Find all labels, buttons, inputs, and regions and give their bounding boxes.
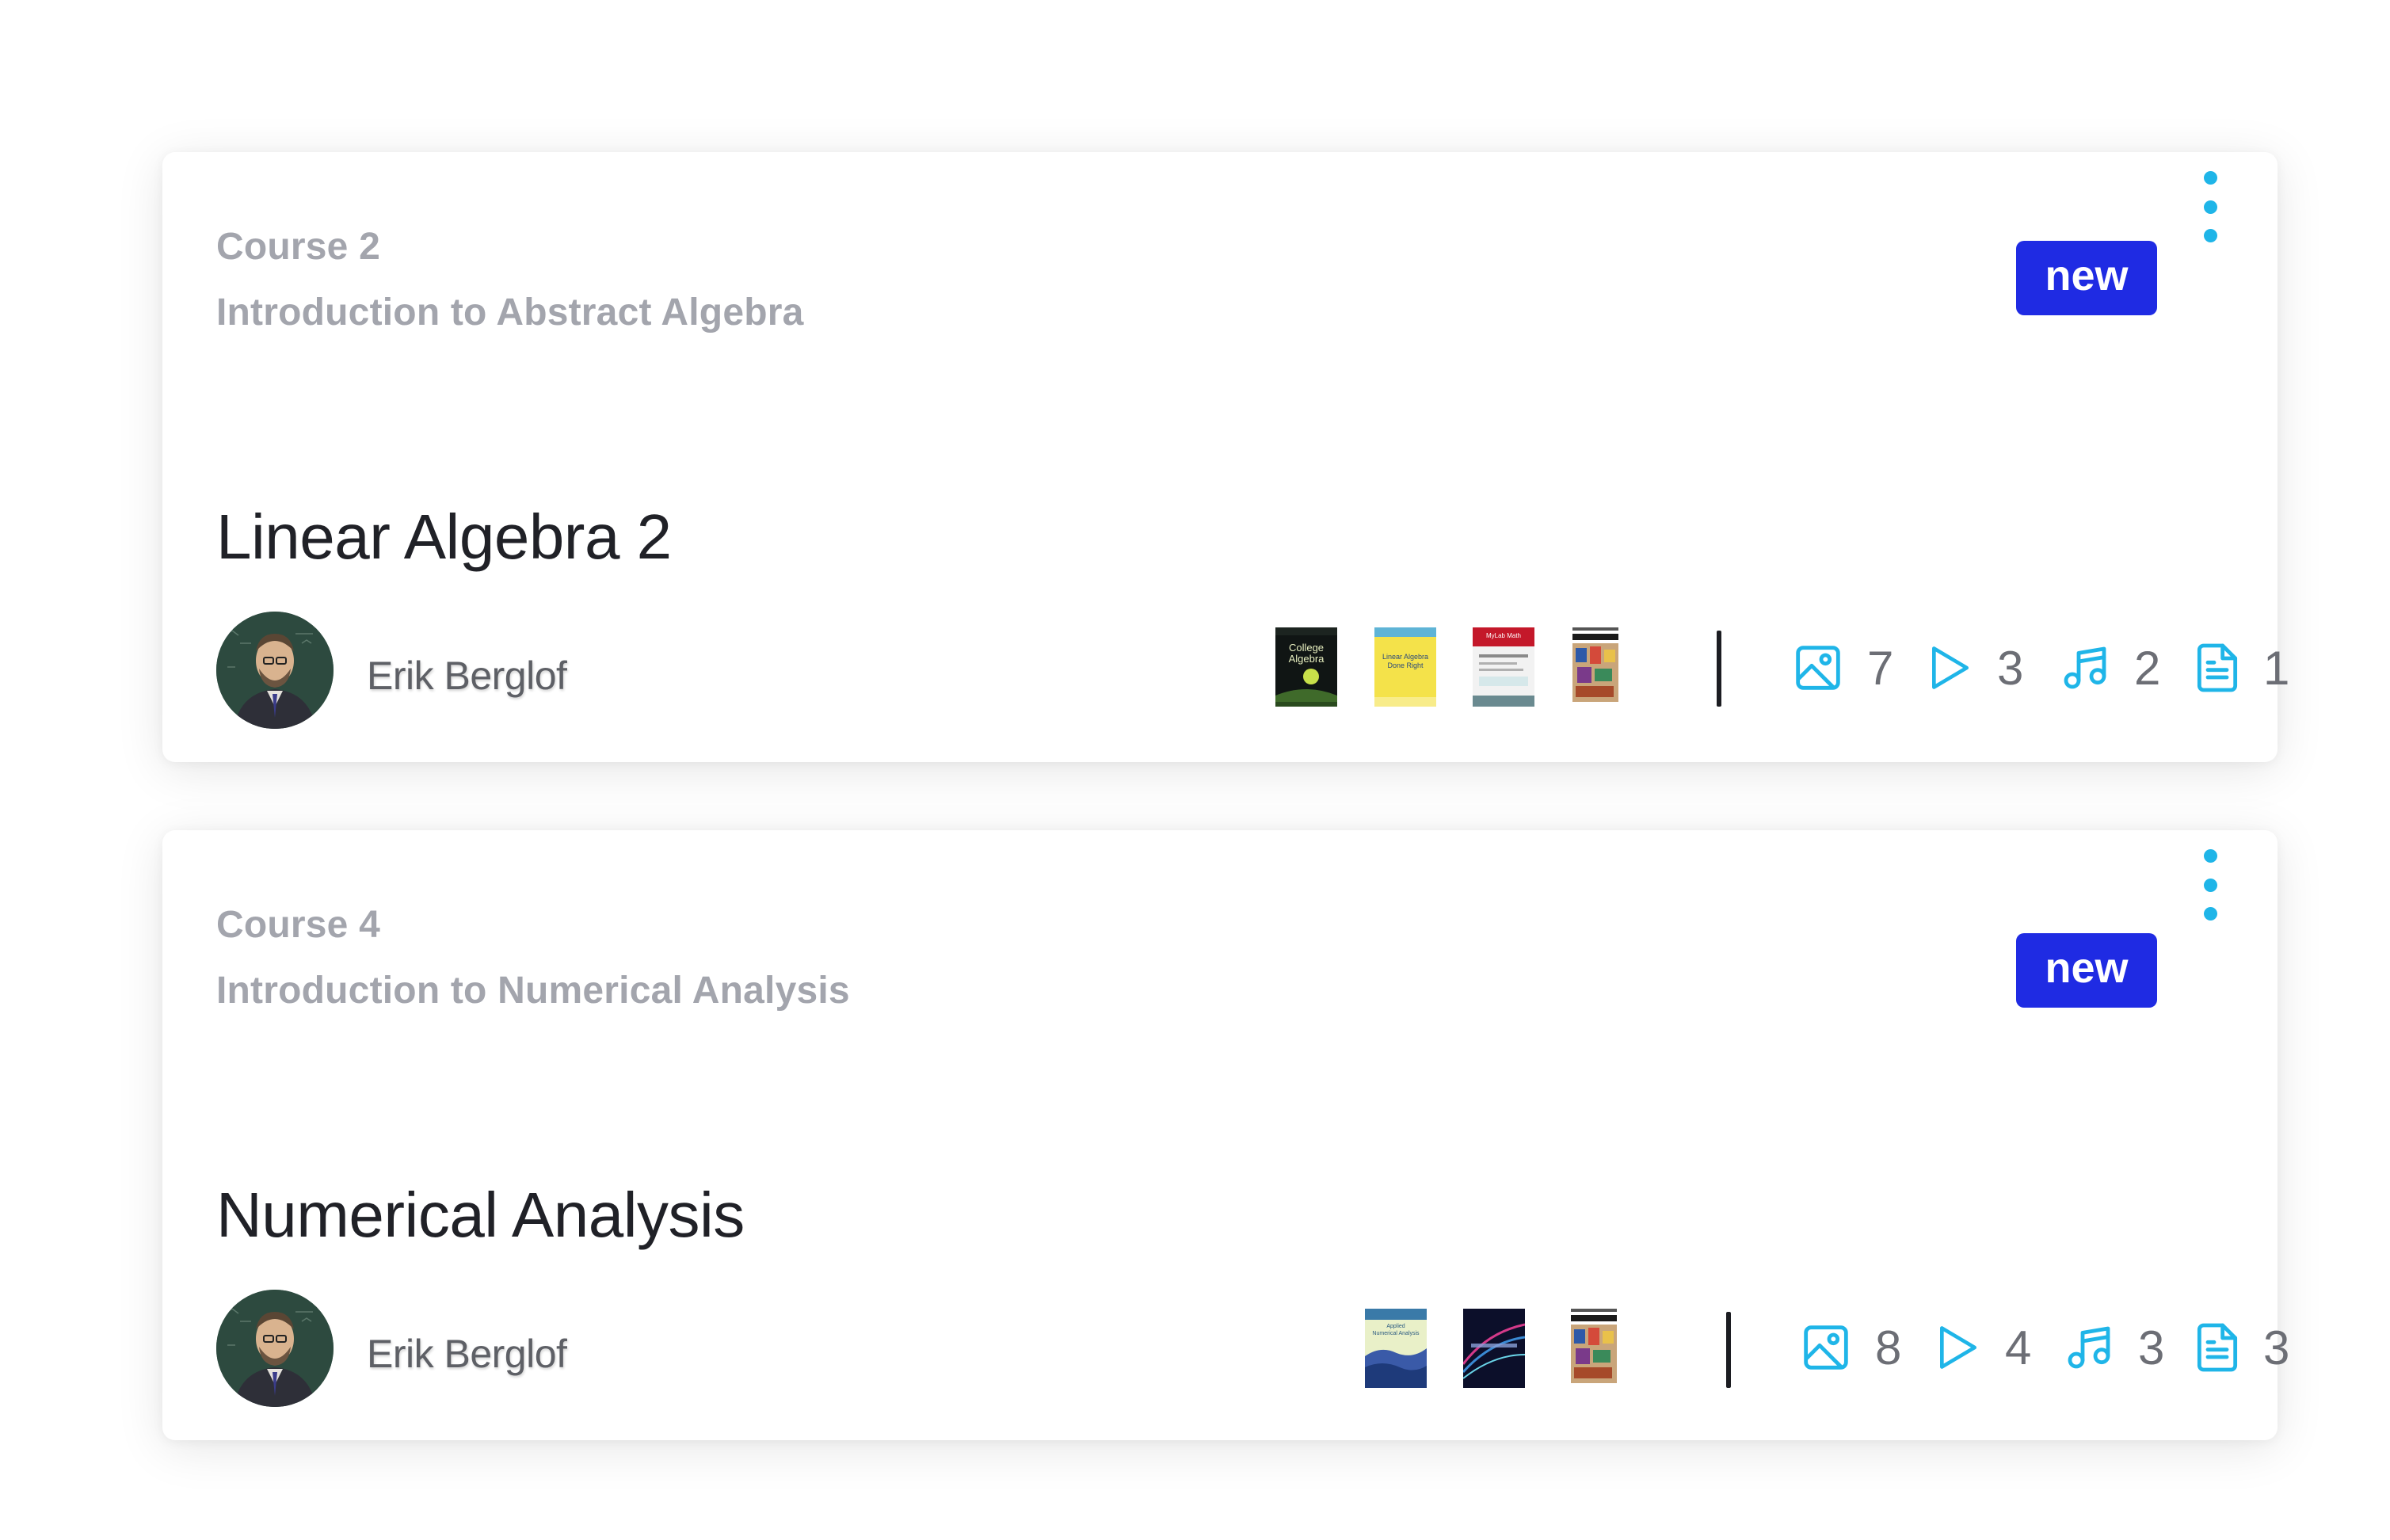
videos-count: 3	[1997, 641, 2024, 695]
documents-stat[interactable]: 1	[2195, 640, 2289, 696]
course-number: Course 4	[216, 904, 381, 946]
book-cover-applied-numerical-analysis[interactable]: Applied Numerical Analysis	[1365, 1309, 1427, 1388]
author-name[interactable]: Erik Berglof	[367, 1331, 567, 1377]
author-name[interactable]: Erik Berglof	[367, 653, 567, 699]
play-icon	[1932, 646, 1969, 689]
avatar[interactable]	[216, 1290, 334, 1407]
documents-stat[interactable]: 3	[2195, 1320, 2289, 1375]
images-count: 8	[1875, 1321, 1902, 1374]
videos-stat[interactable]: 3	[1927, 640, 2023, 696]
svg-text:College: College	[1289, 642, 1324, 654]
divider	[1717, 631, 1721, 707]
svg-text:Linear Algebra: Linear Algebra	[1382, 653, 1428, 661]
image-icon	[1804, 1325, 1848, 1370]
document-icon	[2197, 643, 2238, 692]
divider	[1726, 1312, 1731, 1388]
audio-count: 3	[2138, 1321, 2165, 1374]
documents-count: 1	[2263, 641, 2290, 695]
new-badge: new	[2016, 241, 2157, 315]
audio-count: 2	[2134, 641, 2161, 695]
book-cover-linear-algebra-done-right[interactable]: Linear Algebra Done Right	[1374, 627, 1436, 707]
music-note-icon	[2064, 646, 2106, 689]
book-cover-textbook[interactable]	[1565, 624, 1626, 707]
book-cover-textbook[interactable]	[1563, 1306, 1625, 1388]
course-number: Course 2	[216, 226, 381, 268]
course-title[interactable]: Numerical Analysis	[216, 1179, 745, 1252]
svg-text:MyLab Math: MyLab Math	[1486, 632, 1521, 639]
new-badge: new	[2016, 933, 2157, 1008]
course-subtitle: Introduction to Abstract Algebra	[216, 292, 804, 334]
svg-text:Algebra: Algebra	[1289, 653, 1325, 665]
audio-stat[interactable]: 2	[2060, 640, 2160, 696]
music-note-icon	[2068, 1326, 2110, 1369]
videos-stat[interactable]: 4	[1935, 1320, 2031, 1375]
image-icon	[1796, 646, 1840, 690]
book-cover-numerical-analysis[interactable]	[1462, 1309, 1526, 1388]
book-cover-mylab-math[interactable]: MyLab Math	[1473, 627, 1534, 707]
book-cover-college-algebra[interactable]: College Algebra	[1275, 627, 1337, 707]
avatar[interactable]	[216, 612, 334, 729]
course-subtitle: Introduction to Numerical Analysis	[216, 970, 850, 1012]
kebab-menu-icon[interactable]	[2186, 849, 2234, 921]
images-stat[interactable]: 8	[1801, 1320, 1901, 1375]
course-card[interactable]: Course 2 Introduction to Abstract Algebr…	[162, 152, 2289, 762]
course-card[interactable]: Course 4 Introduction to Numerical Analy…	[162, 830, 2289, 1440]
svg-text:Numerical Analysis: Numerical Analysis	[1372, 1331, 1420, 1336]
svg-text:Done Right: Done Right	[1387, 661, 1424, 669]
svg-text:Applied: Applied	[1386, 1324, 1405, 1329]
document-icon	[2197, 1323, 2238, 1372]
audio-stat[interactable]: 3	[2064, 1320, 2164, 1375]
images-count: 7	[1867, 641, 1894, 695]
videos-count: 4	[2005, 1321, 2032, 1374]
course-list: Course 2 Introduction to Abstract Algebr…	[0, 0, 2390, 1540]
play-icon	[1940, 1326, 1976, 1369]
documents-count: 3	[2263, 1321, 2290, 1374]
images-stat[interactable]: 7	[1793, 640, 1893, 696]
kebab-menu-icon[interactable]	[2186, 171, 2234, 242]
course-title[interactable]: Linear Algebra 2	[216, 501, 672, 574]
